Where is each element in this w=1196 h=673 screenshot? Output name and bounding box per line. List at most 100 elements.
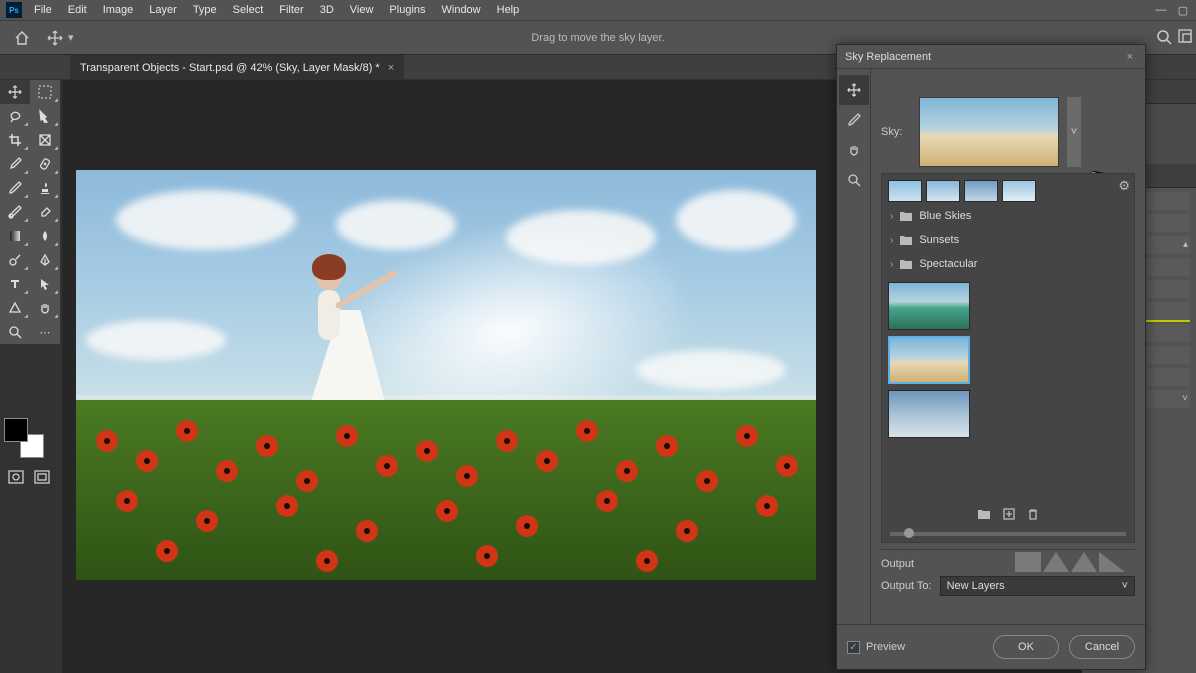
move-sky-tool[interactable] xyxy=(839,75,869,105)
healing-tool[interactable] xyxy=(30,152,60,176)
quick-select-tool[interactable] xyxy=(30,104,60,128)
brush-tool[interactable] xyxy=(0,176,30,200)
menu-image[interactable]: Image xyxy=(95,1,142,19)
marquee-tool[interactable] xyxy=(30,80,60,104)
folder-label: Sunsets xyxy=(919,234,959,246)
zoom-tool[interactable] xyxy=(839,165,869,195)
close-tab-icon[interactable]: × xyxy=(388,62,394,74)
sky-folder[interactable]: › Spectacular xyxy=(888,254,1128,274)
sky-replacement-dialog: Sky Replacement × Sky: ˅ ➤ ⚙ xyxy=(836,44,1146,670)
sky-preset-thumb[interactable] xyxy=(888,390,970,438)
screenmode-icon[interactable] xyxy=(34,470,50,484)
path-select-tool[interactable] xyxy=(30,272,60,296)
folder-label: Spectacular xyxy=(919,258,977,270)
color-swatches[interactable] xyxy=(4,418,48,462)
hand-tool[interactable] xyxy=(839,135,869,165)
dialog-titlebar[interactable]: Sky Replacement × xyxy=(837,45,1145,69)
cloud-shape xyxy=(86,320,226,360)
eraser-tool[interactable] xyxy=(30,200,60,224)
preview-label: Preview xyxy=(866,641,905,653)
menu-layer[interactable]: Layer xyxy=(141,1,185,19)
ok-button[interactable]: OK xyxy=(993,635,1059,659)
search-icon[interactable] xyxy=(1156,29,1172,45)
sky-picker-panel: ⚙ › Blue Skies › Sunsets xyxy=(881,173,1135,543)
move-tool-indicator: ▾ xyxy=(46,29,74,47)
sky-folder[interactable]: › Blue Skies xyxy=(888,206,1128,226)
hand-tool[interactable] xyxy=(30,296,60,320)
watermark xyxy=(1015,552,1125,572)
thumbnail-size-slider[interactable] xyxy=(890,532,1126,536)
sky-dropdown-button[interactable]: ˅ xyxy=(1067,97,1081,167)
chevron-right-icon: › xyxy=(890,259,893,270)
folder-icon[interactable] xyxy=(977,508,991,520)
eyedropper-tool[interactable] xyxy=(0,152,30,176)
sky-thumb[interactable] xyxy=(1002,180,1036,202)
screen-mode xyxy=(8,470,50,484)
window-restore[interactable]: ▢ xyxy=(1172,4,1194,17)
menu-filter[interactable]: Filter xyxy=(271,1,311,19)
sky-preset-thumb[interactable] xyxy=(888,282,970,330)
menu-3d[interactable]: 3D xyxy=(312,1,342,19)
chevron-right-icon: › xyxy=(890,235,893,246)
document-tab[interactable]: Transparent Objects - Start.psd @ 42% (S… xyxy=(70,55,404,79)
menu-select[interactable]: Select xyxy=(225,1,272,19)
picker-footer-icons xyxy=(888,500,1128,520)
frame-tool[interactable] xyxy=(30,128,60,152)
sky-folder[interactable]: › Sunsets xyxy=(888,230,1128,250)
preview-checkbox[interactable]: ✓ Preview xyxy=(847,641,905,654)
history-brush-tool[interactable] xyxy=(0,200,30,224)
sky-thumb[interactable] xyxy=(926,180,960,202)
gradient-tool[interactable] xyxy=(0,224,30,248)
quickmask-icon[interactable] xyxy=(8,470,24,484)
dialog-title-text: Sky Replacement xyxy=(845,51,931,63)
menu-bar: Ps File Edit Image Layer Type Select Fil… xyxy=(0,0,1196,20)
output-to-select[interactable]: New Layers ˅ xyxy=(940,576,1135,596)
move-tool[interactable] xyxy=(0,80,30,104)
output-to-label: Output To: xyxy=(881,580,932,592)
pen-tool[interactable] xyxy=(30,248,60,272)
recent-sky-thumbs xyxy=(888,180,1128,202)
window-minimize[interactable]: — xyxy=(1150,4,1172,16)
cancel-button[interactable]: Cancel xyxy=(1069,635,1135,659)
sky-thumb[interactable] xyxy=(964,180,998,202)
foreground-color-swatch[interactable] xyxy=(4,418,28,442)
menu-view[interactable]: View xyxy=(342,1,382,19)
cloud-shape xyxy=(676,190,796,250)
menu-file[interactable]: File xyxy=(26,1,60,19)
shape-tool[interactable] xyxy=(0,296,30,320)
blur-tool[interactable] xyxy=(30,224,60,248)
folder-icon xyxy=(899,234,913,246)
menu-help[interactable]: Help xyxy=(489,1,528,19)
sky-preview-thumbnail[interactable] xyxy=(919,97,1059,167)
gear-icon[interactable]: ⚙ xyxy=(1118,178,1130,194)
trash-icon[interactable] xyxy=(1027,508,1039,520)
sky-preset-thumb-selected[interactable] xyxy=(888,336,970,384)
sky-thumb[interactable] xyxy=(888,180,922,202)
output-to-value: New Layers xyxy=(947,580,1005,592)
sky-label: Sky: xyxy=(881,126,911,138)
menu-edit[interactable]: Edit xyxy=(60,1,95,19)
zoom-tool[interactable] xyxy=(0,320,30,344)
folder-label: Blue Skies xyxy=(919,210,971,222)
dodge-tool[interactable] xyxy=(0,248,30,272)
lasso-tool[interactable] xyxy=(0,104,30,128)
edit-toolbar[interactable]: ⋯ xyxy=(30,320,60,344)
options-hint: Drag to move the sky layer. xyxy=(531,32,664,44)
type-tool[interactable] xyxy=(0,272,30,296)
crop-tool[interactable] xyxy=(0,128,30,152)
menu-plugins[interactable]: Plugins xyxy=(381,1,433,19)
chevron-down-icon: ˅ xyxy=(1122,580,1128,592)
document-canvas[interactable] xyxy=(76,170,816,580)
chevron-down-icon[interactable]: ▾ xyxy=(68,31,74,44)
new-preset-icon[interactable] xyxy=(1003,508,1015,520)
menu-type[interactable]: Type xyxy=(185,1,225,19)
tool-palette: ⋯ xyxy=(0,80,60,344)
home-button[interactable] xyxy=(8,26,36,50)
menu-window[interactable]: Window xyxy=(434,1,489,19)
workspace-icon[interactable] xyxy=(1178,29,1192,43)
close-icon[interactable]: × xyxy=(1123,51,1137,63)
stamp-tool[interactable] xyxy=(30,176,60,200)
folder-icon xyxy=(899,258,913,270)
sky-brush-tool[interactable] xyxy=(839,105,869,135)
checkbox-icon: ✓ xyxy=(847,641,860,654)
